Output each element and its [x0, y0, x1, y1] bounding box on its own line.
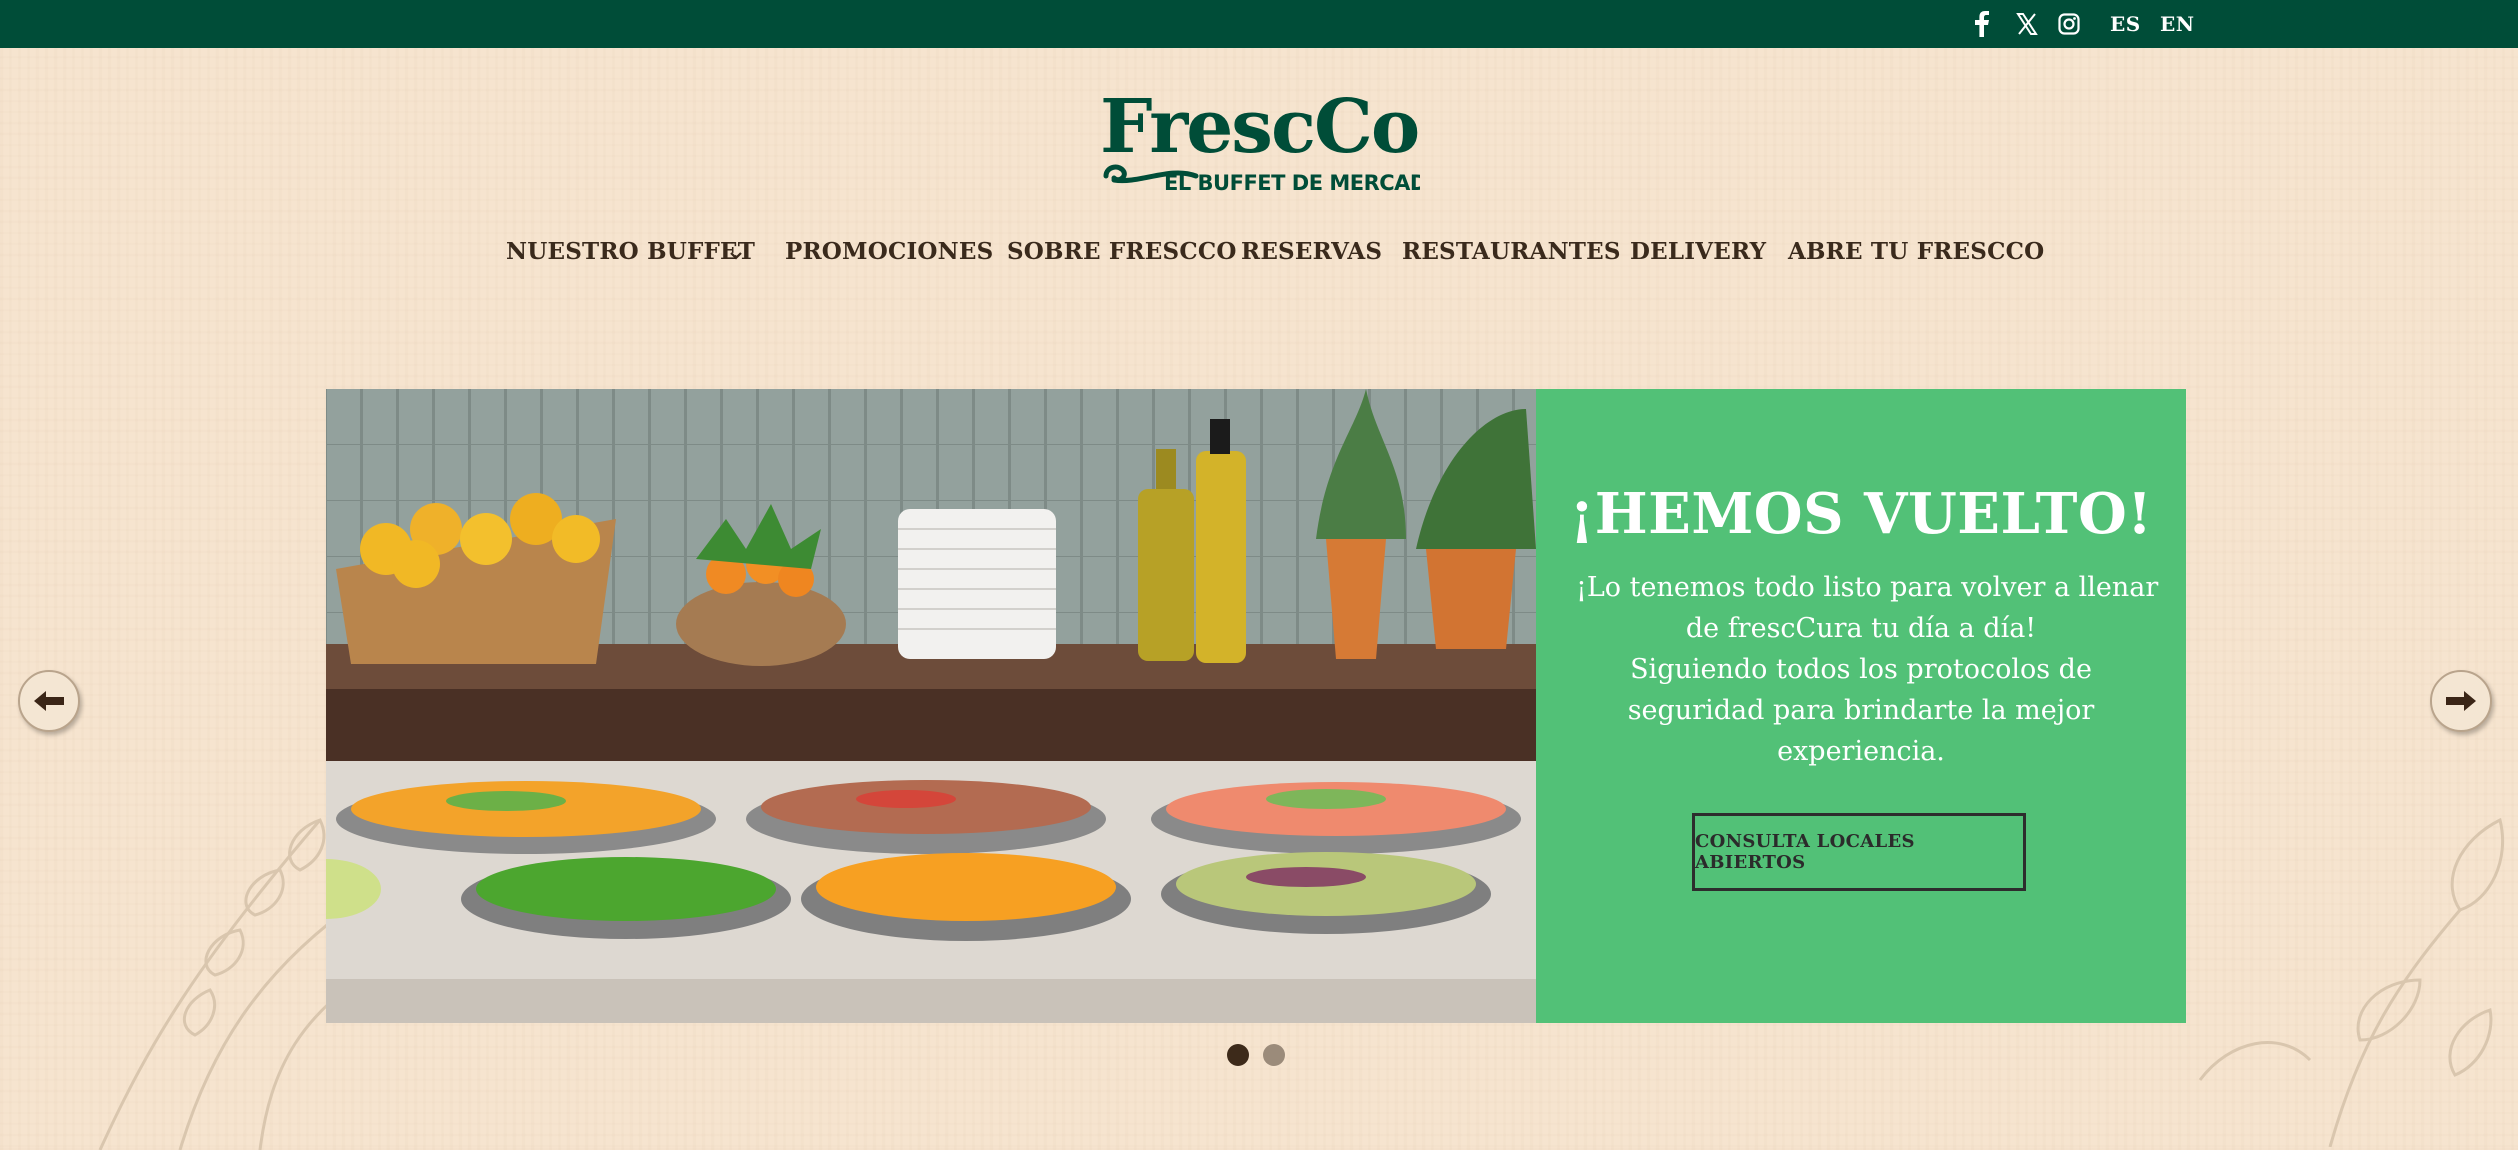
- hero-line-1: ¡Lo tenemos todo listo para volver a lle…: [1576, 572, 2159, 603]
- facebook-icon[interactable]: [1974, 8, 1990, 40]
- slider-dot-2[interactable]: [1263, 1044, 1285, 1066]
- svg-text:FrescCo: FrescCo: [1100, 90, 1418, 170]
- chevron-down-icon: [730, 252, 742, 260]
- nav-abre-tu-frescco[interactable]: ABRE TU FRESCCO: [1788, 238, 2044, 265]
- hero-promo-panel: ¡HEMOS VUELTO! ¡Lo tenemos todo listo pa…: [1536, 389, 2186, 1023]
- svg-text:EL BUFFET DE MERCADO: EL BUFFET DE MERCADO: [1164, 171, 1420, 195]
- slider-next-button[interactable]: [2430, 670, 2492, 732]
- nav-nuestro-buffet[interactable]: NUESTRO BUFFET: [506, 238, 755, 265]
- language-en[interactable]: EN: [2160, 12, 2195, 36]
- slider-prev-button[interactable]: [18, 670, 80, 732]
- hero-line-2: de frescCura tu día a día!: [1685, 613, 2037, 644]
- nav-restaurantes[interactable]: RESTAURANTES: [1402, 238, 1621, 265]
- main-navigation: NUESTRO BUFFET PROMOCIONES SOBRE FRESCCO…: [0, 238, 2518, 272]
- frescco-logo[interactable]: FrescCo EL BUFFET DE MERCADO: [1100, 90, 1420, 200]
- hero-line-5: experiencia.: [1777, 736, 1945, 767]
- hero-line-3: Siguiendo todos los protocolos de: [1630, 654, 2092, 685]
- nav-reservas[interactable]: RESERVAS: [1241, 238, 1382, 265]
- slider-dot-1-active[interactable]: [1227, 1044, 1249, 1066]
- x-twitter-icon[interactable]: [2016, 8, 2038, 40]
- herb-illustration-right: [2198, 817, 2505, 1147]
- nav-promociones[interactable]: PROMOCIONES: [785, 238, 993, 265]
- consulta-locales-button[interactable]: CONSULTA LOCALES ABIERTOS: [1692, 813, 2026, 891]
- language-es[interactable]: ES: [2110, 12, 2141, 36]
- nav-sobre-frescco[interactable]: SOBRE FRESCCO: [1007, 238, 1237, 265]
- hero-title: ¡HEMOS VUELTO!: [1569, 481, 2153, 547]
- top-bar: ES EN: [0, 0, 2518, 48]
- arrow-left-icon: [34, 691, 64, 711]
- hero-line-4: seguridad para brindarte la mejor: [1627, 695, 2095, 726]
- nav-delivery[interactable]: DELIVERY: [1630, 238, 1766, 265]
- hero-image-buffet: [326, 389, 1536, 1023]
- nav-nuestro-buffet-label: NUESTRO BUFFET: [506, 238, 756, 265]
- arrow-right-icon: [2446, 691, 2476, 711]
- hero-description: ¡Lo tenemos todo listo para volver a lle…: [1576, 567, 2159, 772]
- instagram-icon[interactable]: [2058, 8, 2080, 40]
